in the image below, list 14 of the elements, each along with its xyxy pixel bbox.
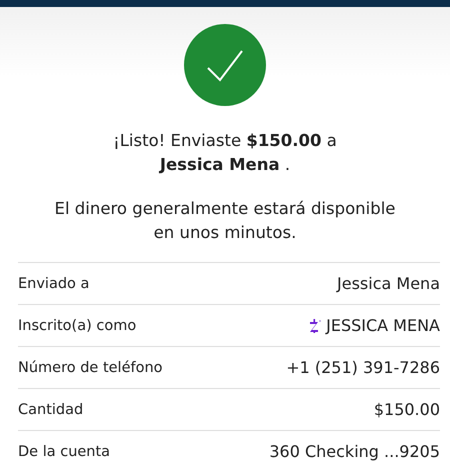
detail-label: Número de teléfono bbox=[18, 360, 163, 376]
checkmark-icon bbox=[184, 24, 266, 106]
detail-label: Cantidad bbox=[18, 402, 84, 418]
detail-value: $150.00 bbox=[374, 400, 440, 419]
detail-value: +1 (251) 391-7286 bbox=[286, 358, 440, 377]
detail-value: Jessica Mena bbox=[337, 274, 440, 293]
zelle-icon bbox=[309, 318, 322, 332]
detail-label: Inscrito(a) como bbox=[18, 318, 136, 334]
detail-label: Enviado a bbox=[18, 276, 90, 292]
success-message: ¡Listo! Enviaste $150.00 a Jessica Mena . bbox=[113, 130, 337, 176]
detail-value: 360 Checking ...9205 bbox=[269, 442, 440, 461]
detail-value: JESSICA MENA bbox=[326, 316, 440, 335]
detail-label: De la cuenta bbox=[18, 444, 110, 460]
availability-note: El dinero generalmente estará disponible en unos minutos. bbox=[54, 198, 396, 244]
